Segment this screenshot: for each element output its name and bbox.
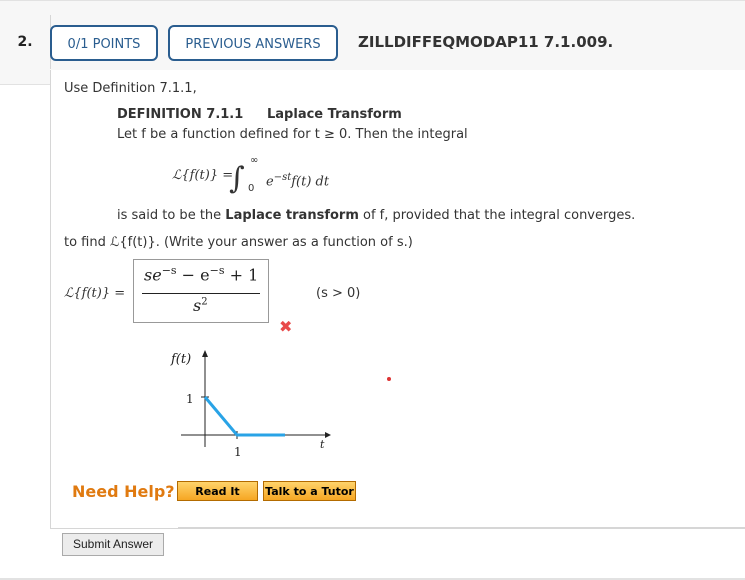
graph-x-arrow-icon bbox=[325, 432, 331, 438]
talk-to-tutor-button[interactable]: Talk to a Tutor bbox=[263, 481, 356, 501]
graph-y-axis-label: f(t) bbox=[170, 352, 191, 367]
function-graph: f(t) t 1 1 bbox=[170, 350, 331, 459]
incorrect-icon: ✖ bbox=[279, 317, 293, 336]
graph-y-arrow-icon bbox=[202, 350, 208, 357]
answer-denominator: s2 bbox=[193, 296, 208, 315]
need-help-label: Need Help? bbox=[72, 482, 175, 501]
integral-lhs: ℒ{f(t)} = bbox=[172, 168, 234, 183]
integrand: e−stf(t) dt bbox=[266, 172, 330, 190]
answer-condition: (s > 0) bbox=[316, 286, 361, 301]
integral-lower: 0 bbox=[248, 183, 255, 194]
question-id: ZILLDIFFEQMODAP11 7.1.009. bbox=[358, 33, 614, 51]
graph-x-tick-label: 1 bbox=[234, 445, 242, 459]
task-text: to find ℒ{f(t)}. (Write your answer as a… bbox=[64, 235, 413, 250]
points-button[interactable]: 0/1 POINTS bbox=[50, 25, 158, 61]
graph-series-line bbox=[203, 396, 285, 437]
read-it-button[interactable]: Read It bbox=[177, 481, 258, 501]
intro-text: Use Definition 7.1.1, bbox=[64, 81, 197, 96]
definition-conclusion: is said to be the Laplace transform of f… bbox=[117, 208, 636, 223]
graph-x-axis-label: t bbox=[320, 438, 325, 451]
answer-lhs: ℒ{f(t)} = bbox=[64, 286, 126, 301]
submit-answer-button[interactable]: Submit Answer bbox=[62, 533, 164, 556]
previous-answers-button[interactable]: PREVIOUS ANSWERS bbox=[168, 25, 338, 61]
graph-y-tick-label: 1 bbox=[186, 392, 194, 406]
answer-numerator: se−s − e−s + 1 bbox=[144, 264, 259, 285]
stray-dot bbox=[387, 377, 391, 381]
definition-title: DEFINITION 7.1.1 bbox=[117, 107, 244, 122]
divider bbox=[178, 527, 745, 528]
integral-sign-icon: ∫ bbox=[229, 161, 245, 196]
question-number: 2. bbox=[0, 15, 51, 69]
definition-lead: Let f be a function defined for t ≥ 0. T… bbox=[117, 127, 468, 142]
integral-upper: ∞ bbox=[250, 155, 259, 166]
answer-input[interactable]: se−s − e−s + 1 s2 bbox=[133, 259, 269, 323]
definition-name: Laplace Transform bbox=[267, 107, 402, 122]
fraction-bar bbox=[142, 293, 260, 294]
